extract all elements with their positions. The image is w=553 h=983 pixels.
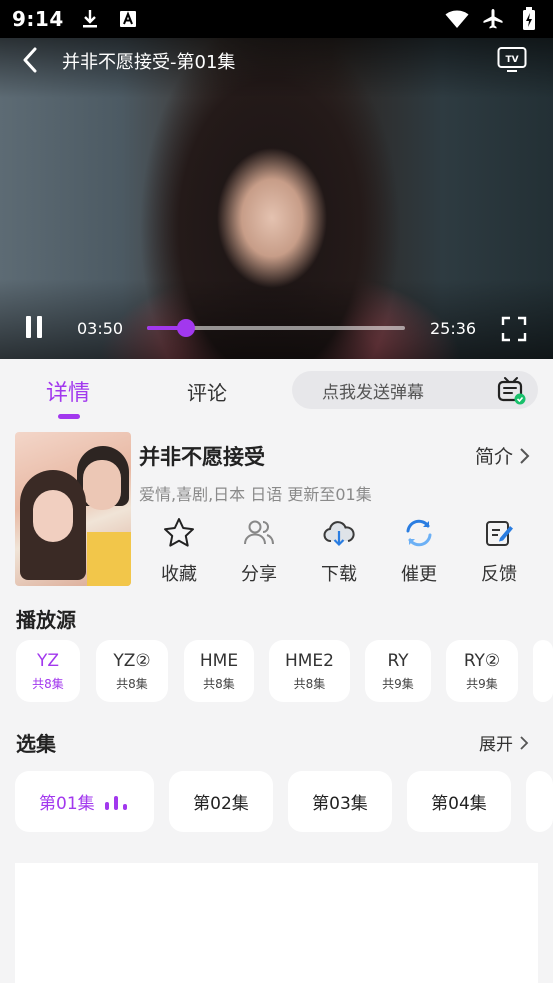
status-bar: 9:14 <box>0 0 553 38</box>
download-icon <box>78 7 102 31</box>
total-time: 25:36 <box>430 319 477 338</box>
wifi-icon <box>445 7 469 31</box>
tab-details[interactable]: 详情 <box>46 375 90 407</box>
episodes-title: 选集 <box>16 732 56 756</box>
feedback-button[interactable]: 反馈 <box>459 516 539 586</box>
danmu-input[interactable]: 点我发送弹幕 <box>292 371 538 409</box>
episode-item-02[interactable]: 第02集 <box>169 771 273 832</box>
danmu-placeholder: 点我发送弹幕 <box>322 382 424 403</box>
episode-item-partial[interactable] <box>526 771 553 832</box>
expand-label: 展开 <box>479 735 513 755</box>
star-icon <box>139 516 219 550</box>
source-item-partial[interactable] <box>533 640 553 702</box>
show-meta: 爱情,喜剧,日本 日语 更新至01集 <box>139 485 372 504</box>
airplane-icon <box>481 7 505 31</box>
progress-handle[interactable] <box>176 319 195 337</box>
download-label: 下载 <box>321 564 357 585</box>
content-card <box>15 863 538 983</box>
share-label: 分享 <box>241 564 277 585</box>
source-item-yz2[interactable]: YZ② 共8集 <box>96 640 168 702</box>
chevron-right-icon <box>520 447 530 464</box>
playing-indicator-icon <box>104 794 127 810</box>
source-item-ry2[interactable]: RY② 共9集 <box>446 640 518 702</box>
back-icon[interactable] <box>22 46 48 74</box>
current-time: 03:50 <box>77 319 124 338</box>
intro-label: 简介 <box>474 446 513 468</box>
status-time: 9:14 <box>12 7 64 31</box>
share-button[interactable]: 分享 <box>219 516 299 586</box>
chevron-right-icon <box>520 735 529 750</box>
urge-update-label: 催更 <box>401 564 437 585</box>
feedback-label: 反馈 <box>481 564 517 585</box>
expand-button[interactable]: 展开 <box>479 730 529 755</box>
battery-charging-icon <box>517 7 541 31</box>
refresh-icon <box>379 516 459 550</box>
tab-active-indicator <box>58 414 80 419</box>
episode-item-03[interactable]: 第03集 <box>288 771 392 832</box>
svg-text:TV: TV <box>505 55 518 65</box>
episode-item-04[interactable]: 第04集 <box>407 771 511 832</box>
source-item-yz[interactable]: YZ 共8集 <box>16 640 80 702</box>
urge-update-button[interactable]: 催更 <box>379 516 459 586</box>
sources-title: 播放源 <box>16 608 76 632</box>
action-row: 收藏 分享 下载 催更 反馈 <box>139 516 539 586</box>
edit-icon <box>459 516 539 550</box>
show-poster[interactable] <box>15 432 131 586</box>
font-a-icon <box>116 7 140 31</box>
video-title: 并非不愿接受-第01集 <box>62 52 236 73</box>
source-item-ry[interactable]: RY 共9集 <box>365 640 431 702</box>
tab-comments[interactable]: 评论 <box>187 377 227 406</box>
favorite-button[interactable]: 收藏 <box>139 516 219 586</box>
danmu-toggle-icon[interactable] <box>496 375 526 405</box>
tv-cast-icon[interactable]: TV <box>497 46 527 72</box>
people-icon <box>219 516 299 550</box>
cloud-download-icon <box>299 516 379 550</box>
intro-button[interactable]: 简介 <box>475 442 531 469</box>
source-item-hme2[interactable]: HME2 共8集 <box>269 640 350 702</box>
source-item-hme[interactable]: HME 共8集 <box>184 640 254 702</box>
favorite-label: 收藏 <box>161 564 197 585</box>
video-player[interactable]: 并非不愿接受-第01集 TV 03:50 25:36 <box>0 38 553 359</box>
tab-bar: 详情 评论 点我发送弹幕 <box>0 359 553 421</box>
pause-button[interactable] <box>26 316 50 342</box>
progress-track[interactable] <box>147 319 405 337</box>
show-title: 并非不愿接受 <box>139 445 265 469</box>
download-button[interactable]: 下载 <box>299 516 379 586</box>
episode-item-01[interactable]: 第01集 <box>15 771 154 832</box>
fullscreen-icon[interactable] <box>501 316 527 342</box>
